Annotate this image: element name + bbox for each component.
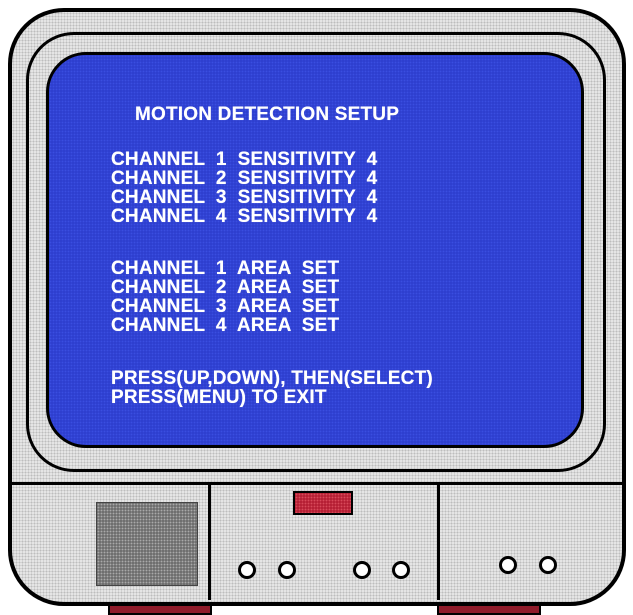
menu-item-channel-4-area-set[interactable]: CHANNEL 4 AREA SET xyxy=(111,316,339,336)
control-button-1[interactable] xyxy=(238,561,256,579)
menu-item-channel-1-area-set[interactable]: CHANNEL 1 AREA SET xyxy=(111,259,339,279)
menu-item-channel-2-sensitivity[interactable]: CHANNEL 2 SENSITIVITY 4 xyxy=(111,169,377,189)
control-button-6[interactable] xyxy=(539,556,557,574)
menu-item-channel-1-sensitivity[interactable]: CHANNEL 1 SENSITIVITY 4 xyxy=(111,150,377,170)
monitor-screen: MOTION DETECTION SETUP CHANNEL 1 SENSITI… xyxy=(46,52,584,448)
speaker-grille xyxy=(96,502,198,586)
control-button-3[interactable] xyxy=(353,561,371,579)
panel-separator-left xyxy=(208,484,211,600)
menu-item-channel-3-area-set[interactable]: CHANNEL 3 AREA SET xyxy=(111,297,339,317)
control-panel-divider xyxy=(12,482,622,485)
menu-item-channel-3-sensitivity[interactable]: CHANNEL 3 SENSITIVITY 4 xyxy=(111,188,377,208)
menu-item-channel-2-area-set[interactable]: CHANNEL 2 AREA SET xyxy=(111,278,339,298)
panel-separator-right xyxy=(437,484,440,600)
instruction-exit: PRESS(MENU) TO EXIT xyxy=(111,387,327,408)
control-button-5[interactable] xyxy=(499,556,517,574)
power-indicator-led xyxy=(293,491,353,515)
control-button-2[interactable] xyxy=(278,561,296,579)
control-button-4[interactable] xyxy=(392,561,410,579)
menu-title: MOTION DETECTION SETUP xyxy=(135,104,400,125)
menu-item-channel-4-sensitivity[interactable]: CHANNEL 4 SENSITIVITY 4 xyxy=(111,207,377,227)
instruction-navigate: PRESS(UP,DOWN), THEN(SELECT) xyxy=(111,368,433,389)
